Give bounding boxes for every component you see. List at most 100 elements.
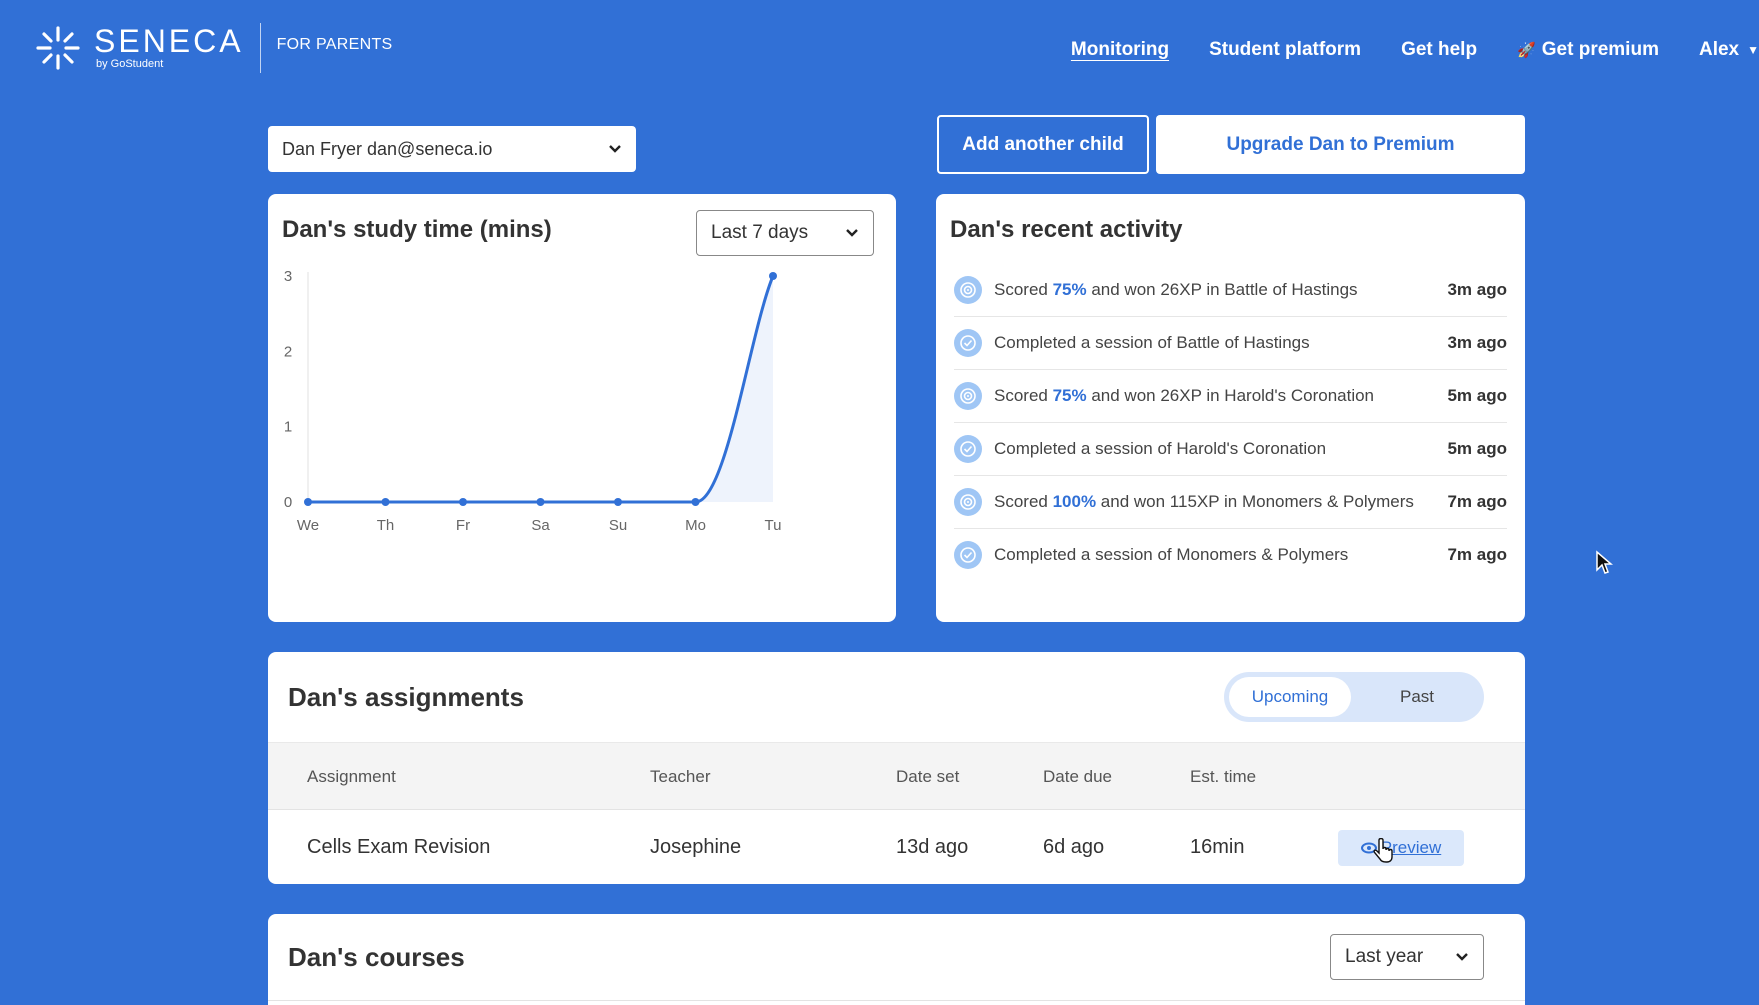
study-time-card: Dan's study time (mins) Last 7 days 0123… [268, 194, 896, 622]
nav-get-help[interactable]: Get help [1401, 39, 1477, 61]
check-circle-icon [954, 541, 982, 569]
activity-text-post: and won 26XP in Harold's Coronation [1086, 386, 1375, 405]
hand-pointer-icon [1373, 838, 1393, 863]
x-tick-label: Tu [765, 517, 782, 534]
check-circle-icon [954, 329, 982, 357]
activity-time: 3m ago [1447, 333, 1507, 352]
y-tick-label: 1 [284, 419, 292, 436]
check-circle-icon [954, 435, 982, 463]
nav-monitoring[interactable]: Monitoring [1071, 39, 1169, 61]
data-point [691, 498, 700, 506]
nav-get-premium[interactable]: 🚀 Get premium [1517, 39, 1659, 61]
activity-text: Completed a session of Battle of Hasting… [994, 329, 1424, 357]
nav-student-platform[interactable]: Student platform [1209, 39, 1361, 61]
activity-text: Scored 75% and won 26XP in Harold's Coro… [994, 382, 1424, 410]
x-tick-label: Sa [531, 517, 550, 534]
y-tick-label: 0 [284, 494, 292, 511]
activity-score: 75% [1052, 386, 1087, 405]
activity-text: Completed a session of Harold's Coronati… [994, 435, 1424, 463]
x-tick-label: Th [377, 517, 395, 534]
activity-text: Scored 100% and won 115XP in Monomers & … [994, 488, 1424, 516]
assignments-card: Dan's assignments Upcoming Past Assignme… [268, 652, 1525, 884]
seneca-logo[interactable]: SENECA by GoStudent FOR PARENTS [32, 22, 393, 74]
activity-text-post: and won 26XP in Battle of Hastings [1086, 280, 1358, 299]
assignments-toggle: Upcoming Past [1224, 672, 1484, 722]
table-row: Cells Exam Revision Josephine 13d ago 6d… [268, 810, 1525, 884]
activity-time: 5m ago [1447, 386, 1507, 405]
courses-range-select[interactable]: Last year [1330, 934, 1484, 980]
area-fill [308, 276, 773, 502]
recent-activity-title: Dan's recent activity [950, 216, 1183, 243]
add-another-child-button[interactable]: Add another child [937, 115, 1149, 174]
activity-time: 3m ago [1447, 280, 1507, 299]
recent-activity-card: Dan's recent activity Scored 75% and won… [936, 194, 1525, 622]
list-item: Completed a session of Monomers & Polyme… [954, 529, 1507, 582]
list-item: Scored 75% and won 26XP in Harold's Coro… [954, 370, 1507, 423]
activity-text-pre: Completed a session of Monomers & Polyme… [994, 545, 1349, 564]
y-tick-label: 2 [284, 343, 292, 360]
tab-upcoming[interactable]: Upcoming [1229, 677, 1351, 717]
cell-assignment: Cells Exam Revision [307, 835, 491, 858]
data-point [381, 498, 390, 506]
tab-past[interactable]: Past [1356, 677, 1478, 717]
data-point [614, 498, 622, 506]
x-tick-label: We [297, 517, 319, 534]
brand-name: SENECA [94, 23, 244, 59]
mouse-pointer-icon [1596, 550, 1613, 574]
logo-divider [259, 23, 261, 73]
cell-date-due: 6d ago [1043, 835, 1105, 858]
rocket-icon: 🚀 [1517, 42, 1536, 59]
courses-range-value: Last year [1345, 946, 1424, 967]
courses-divider [268, 1000, 1525, 1001]
list-item: Scored 75% and won 26XP in Battle of Has… [954, 264, 1507, 317]
activity-text-pre: Completed a session of Harold's Coronati… [994, 439, 1327, 458]
list-item: Scored 100% and won 115XP in Monomers & … [954, 476, 1507, 529]
cell-teacher: Josephine [650, 835, 742, 858]
assignments-title: Dan's assignments [288, 682, 524, 712]
user-menu[interactable]: Alex ▼ [1699, 39, 1759, 61]
activity-time: 5m ago [1447, 439, 1507, 458]
x-tick-label: Su [609, 517, 627, 534]
cell-date-set: 13d ago [896, 835, 969, 858]
chevron-down-icon [1456, 953, 1468, 961]
upgrade-premium-button[interactable]: Upgrade Dan to Premium [1156, 115, 1525, 174]
data-point [536, 498, 545, 506]
list-item: Completed a session of Battle of Hasting… [954, 317, 1507, 370]
child-select[interactable]: Dan Fryer dan@seneca.io [268, 126, 636, 172]
activity-text: Scored 75% and won 26XP in Battle of Has… [994, 276, 1424, 304]
caret-down-icon: ▼ [1747, 43, 1759, 57]
activity-time: 7m ago [1447, 492, 1507, 511]
list-item: Completed a session of Harold's Coronati… [954, 423, 1507, 476]
col-date-due: Date due [1043, 767, 1112, 786]
y-tick-label: 3 [284, 268, 292, 285]
cell-est-time: 16min [1190, 835, 1245, 858]
brand-by: by GoStudent [96, 58, 164, 70]
col-date-set: Date set [896, 767, 960, 786]
col-teacher: Teacher [650, 767, 711, 786]
nav-get-premium-label: Get premium [1541, 39, 1659, 60]
logo-text: SENECA by GoStudent [94, 25, 244, 71]
courses-card: Dan's courses Last year [268, 914, 1525, 1005]
data-point [769, 272, 777, 280]
series-line [308, 275, 775, 504]
x-tick-label: Fr [456, 517, 470, 534]
activity-list: Scored 75% and won 26XP in Battle of Has… [954, 264, 1507, 582]
activity-score: 100% [1052, 492, 1097, 511]
data-point [459, 498, 467, 506]
top-bar: SENECA by GoStudent FOR PARENTS Monitori… [0, 0, 1759, 100]
main-nav: Monitoring Student platform Get help 🚀 G… [1071, 36, 1759, 64]
col-est-time: Est. time [1190, 767, 1257, 786]
assignments-table-header: Assignment Teacher Date set Date due Est… [268, 742, 1525, 810]
activity-time: 7m ago [1447, 545, 1507, 564]
preview-button[interactable]: Preview [1338, 830, 1464, 866]
activity-text-pre: Scored [994, 492, 1053, 511]
for-parents-label: FOR PARENTS [276, 36, 393, 53]
target-icon [954, 488, 982, 516]
activity-text-pre: Scored [994, 280, 1053, 299]
child-select-value: Dan Fryer dan@seneca.io [282, 138, 493, 159]
study-time-chart: 0 1 2 3 We Th Fr Sa Su Mo Tu [284, 268, 782, 534]
data-point [304, 498, 312, 506]
activity-text: Completed a session of Monomers & Polyme… [994, 541, 1424, 569]
target-icon [954, 276, 982, 304]
activity-text-pre: Completed a session of Battle of Hasting… [994, 333, 1310, 352]
